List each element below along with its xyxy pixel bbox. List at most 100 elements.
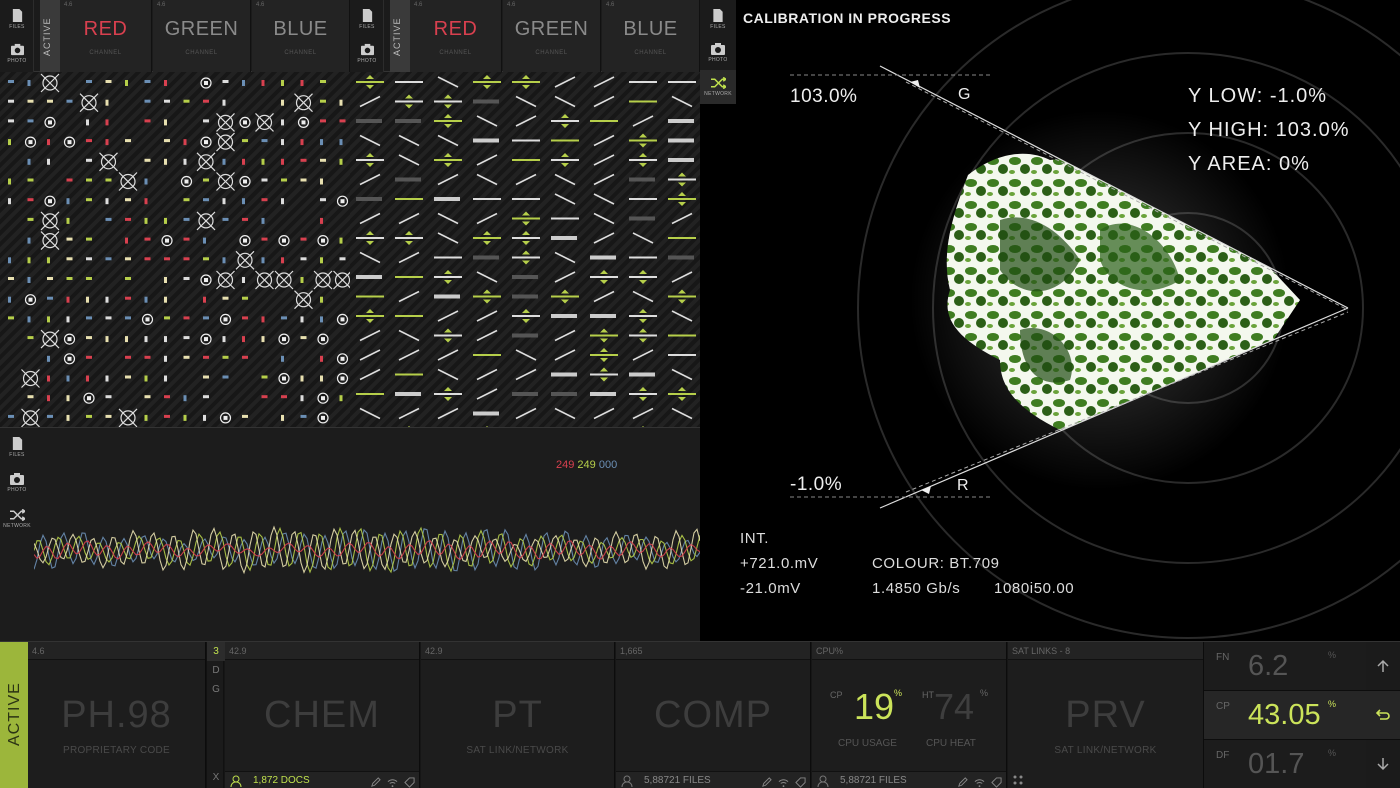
pixel-sample (86, 375, 89, 382)
pixel-sample (242, 296, 248, 300)
tag-icon[interactable] (795, 775, 806, 788)
vector-sample (476, 271, 498, 283)
active-tab[interactable]: ACTIVE (0, 642, 28, 788)
photo-button[interactable]: PHOTO (0, 466, 34, 500)
scroll-up-button[interactable] (1366, 642, 1400, 691)
side-option-x[interactable]: X (207, 768, 225, 787)
pixel-sample (183, 355, 190, 359)
files-button[interactable]: FILES (0, 430, 34, 464)
r-axis-label: R (957, 477, 969, 494)
pt-tile[interactable]: 42.9 PT SAT LINK/NETWORK (421, 642, 615, 788)
vector-sample (671, 310, 693, 322)
pixel-sample (8, 80, 14, 83)
wifi-icon[interactable] (974, 775, 985, 788)
vector-sample (359, 173, 381, 186)
return-icon (1375, 709, 1390, 720)
red-channel-button[interactable]: 4.6 RED CHANNEL (410, 0, 502, 72)
vector-sample (398, 251, 420, 264)
photo-button[interactable]: PHOTO (350, 36, 384, 70)
files-button[interactable]: FILES (350, 2, 384, 36)
vector-sample (515, 115, 537, 127)
pixel-sample (164, 158, 167, 165)
pixel-sample (300, 178, 307, 182)
return-button[interactable] (1366, 691, 1400, 740)
pixel-sample (339, 257, 346, 261)
network-button[interactable]: NETWORK (0, 502, 34, 536)
files-button[interactable]: FILES (700, 2, 736, 36)
tag-icon[interactable] (404, 775, 415, 788)
green-channel-button[interactable]: 4.6 GREEN CHANNEL (153, 0, 251, 72)
pixel-sample (125, 257, 131, 261)
comp-tile[interactable]: 1,665 COMP 5,88721 FILES (616, 642, 811, 788)
side-option-3[interactable]: 3 (207, 642, 225, 661)
fn-stat[interactable]: FN 6.2 % (1204, 642, 1366, 691)
side-option-d[interactable]: D (207, 661, 225, 680)
edit-icon[interactable] (957, 775, 968, 787)
tag-icon[interactable] (991, 775, 1002, 788)
vector-sample (593, 76, 615, 88)
vector-sample (398, 349, 420, 361)
vector-sample (593, 232, 615, 244)
camera-icon (10, 43, 24, 55)
pixel-sample (66, 395, 70, 402)
df-stat[interactable]: DF 01.7 % (1204, 740, 1366, 788)
blue-channel-button[interactable]: 4.6 BLUE CHANNEL (252, 0, 350, 72)
pixel-sample (339, 395, 343, 402)
pixel-sample (8, 296, 11, 303)
vector-sample (437, 134, 459, 147)
red-channel-button[interactable]: 4.6 RED CHANNEL (60, 0, 152, 72)
cross-marker (21, 369, 40, 388)
blue-channel-button[interactable]: 4.6 BLUE CHANNEL (602, 0, 700, 72)
cpu-tile[interactable]: CPU% CP 19 % HT 74 % CPU USAGE CPU HEAT … (812, 642, 1007, 788)
cross-marker (196, 211, 216, 231)
photo-button[interactable]: PHOTO (0, 36, 34, 70)
wifi-icon[interactable] (778, 775, 789, 788)
cross-marker (255, 112, 274, 132)
pixel-sample (339, 158, 343, 165)
chem-tile[interactable]: 42.9 CHEM 1,872 DOCS (225, 642, 420, 788)
pixel-sample (320, 178, 323, 185)
active-tab[interactable]: ACTIVE (40, 0, 60, 72)
vector-sample (437, 76, 459, 88)
green-channel-button[interactable]: 4.6 GREEN CHANNEL (503, 0, 601, 72)
hex-marker (278, 333, 290, 345)
files-button[interactable]: FILES (0, 2, 34, 36)
pixel-sample (261, 198, 268, 202)
person-icon (817, 775, 829, 787)
pixel-sample (164, 355, 167, 362)
vector-sample (395, 94, 423, 109)
photo-button[interactable]: PHOTO (700, 36, 736, 70)
wifi-icon[interactable] (387, 775, 398, 788)
cp-stat[interactable]: CP 43.05 % (1204, 691, 1366, 740)
network-button[interactable]: NETWORK (700, 70, 736, 104)
ph98-tile[interactable]: 4.6 PH.98 PROPRIETARY CODE (28, 642, 206, 788)
vector-sample (515, 349, 537, 361)
pixel-sample (281, 80, 284, 86)
pixel-sample (281, 316, 287, 320)
active-tab[interactable]: ACTIVE (390, 0, 410, 72)
vector-sample (593, 134, 615, 147)
pixel-sample (281, 158, 284, 165)
side-option-g[interactable]: G (207, 680, 225, 699)
bottom-percent-label: -1.0% (790, 474, 843, 495)
vector-sample (437, 349, 459, 361)
vector-sample (590, 255, 616, 260)
pixel-sample (203, 119, 209, 123)
edit-icon[interactable] (761, 775, 772, 787)
pixel-sample (144, 80, 151, 83)
hex-marker (336, 313, 349, 325)
pixel-sample (8, 277, 14, 280)
pixel-sample (144, 158, 151, 162)
pixel-sample (144, 198, 148, 205)
vector-sample (593, 173, 615, 186)
prv-tile[interactable]: SAT LINKS - 8 PRV SAT LINK/NETWORK (1008, 642, 1204, 788)
vector-sample (671, 212, 693, 225)
g-axis-label: G (958, 86, 971, 103)
grid-dots-icon[interactable] (1012, 774, 1024, 786)
edit-icon[interactable] (370, 775, 381, 787)
pixel-sample (183, 414, 187, 421)
scroll-down-button[interactable] (1366, 740, 1400, 788)
pixel-sample (125, 139, 131, 143)
pixel-sample (183, 395, 187, 402)
pixel-sample (320, 296, 323, 303)
